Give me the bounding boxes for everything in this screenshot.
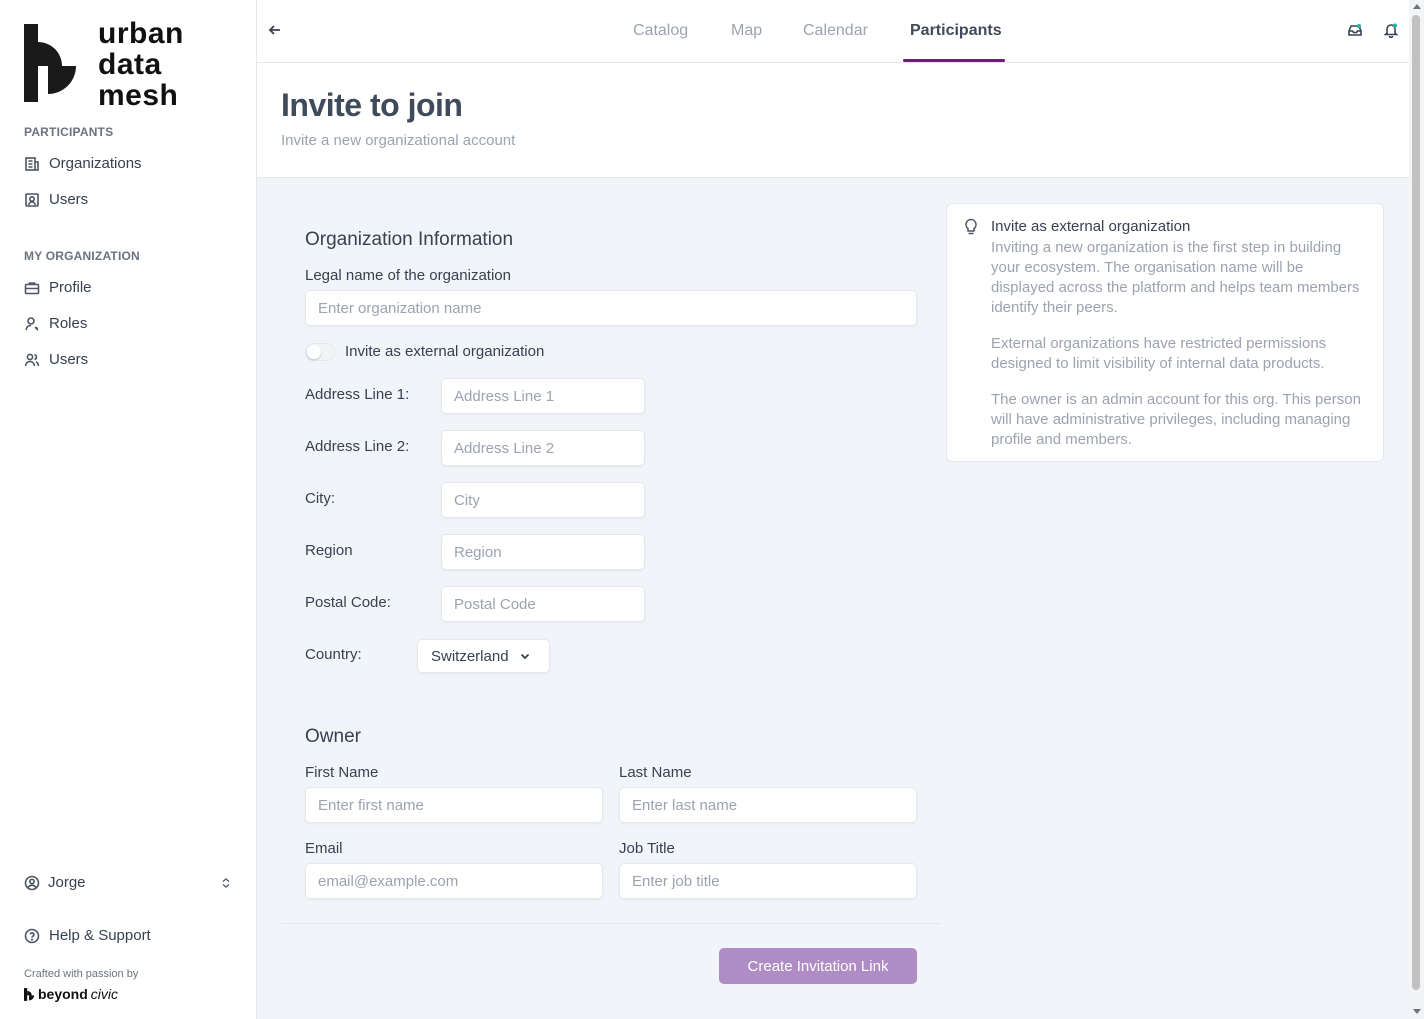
job-title-input[interactable] [619, 863, 917, 899]
info-paragraph-3: The owner is an admin account for this o… [991, 391, 1361, 448]
civic-text: civic [90, 986, 119, 1002]
user-key-icon [25, 316, 39, 331]
external-org-toggle-label: Invite as external organization [345, 343, 545, 360]
brand-line-1: urban [98, 17, 184, 50]
tab-catalog[interactable]: Catalog [633, 22, 688, 40]
info-card: Invite as external organization Inviting… [946, 203, 1384, 462]
page-subtitle: Invite a new organizational account [281, 132, 516, 149]
scroll-thumb[interactable] [1412, 15, 1420, 990]
info-paragraph-2: External organizations have restricted p… [991, 335, 1327, 372]
crafted-by-text: Crafted with passion by [24, 968, 139, 980]
org-section-title: Organization Information [305, 229, 514, 250]
page-title: Invite to join [281, 87, 463, 123]
legal-name-input[interactable] [305, 290, 917, 326]
first-name-input[interactable] [305, 787, 603, 823]
job-title-label: Job Title [619, 840, 675, 857]
scroll-down-arrow[interactable] [1413, 1009, 1421, 1014]
country-select[interactable]: Switzerland [417, 639, 550, 673]
city-label: City: [305, 490, 335, 507]
help-support-link[interactable]: Help & Support [24, 927, 151, 944]
tab-map[interactable]: Map [731, 22, 762, 40]
region-label: Region [305, 542, 353, 559]
legal-name-label: Legal name of the organization [305, 267, 511, 284]
back-button[interactable] [267, 22, 283, 38]
inbox-button[interactable] [1347, 22, 1363, 38]
sidebar-item-organizations[interactable]: Organizations [24, 155, 142, 172]
user-menu[interactable]: Jorge [24, 874, 232, 891]
info-title: Invite as external organization [991, 218, 1191, 235]
scroll-up-arrow[interactable] [1413, 4, 1421, 9]
postal-code-label: Postal Code: [305, 594, 391, 611]
info-paragraph-1: Inviting a new organization is the first… [991, 239, 1360, 316]
owner-section-title: Owner [305, 726, 361, 747]
last-name-input[interactable] [619, 787, 917, 823]
beyond-civic-logo[interactable]: beyond civic [24, 986, 118, 1002]
my-organization-heading: MY ORGANIZATION [24, 249, 140, 263]
notifications-button[interactable] [1383, 22, 1399, 39]
email-input[interactable] [305, 863, 603, 899]
address2-label: Address Line 2: [305, 438, 410, 455]
create-invitation-link-button[interactable]: Create Invitation Link [719, 948, 917, 984]
user-name: Jorge [48, 874, 86, 891]
last-name-label: Last Name [619, 764, 692, 781]
help-circle-icon [24, 928, 40, 943]
sidebar-item-label: Roles [49, 315, 88, 332]
briefcase-icon [24, 281, 40, 294]
lightbulb-icon [963, 218, 979, 236]
brand-logo[interactable]: urban data mesh [24, 18, 184, 111]
user-badge-icon [25, 192, 39, 207]
top-navigation: Catalog Map Calendar Participants [257, 0, 1409, 63]
sidebar-item-label: Users [49, 351, 89, 368]
first-name-label: First Name [305, 764, 379, 781]
external-org-toggle[interactable] [305, 343, 335, 361]
users-icon [24, 353, 40, 366]
country-value: Switzerland [431, 647, 509, 665]
brand-line-3: mesh [98, 79, 179, 112]
invite-form-area: Organization Information Legal name of t… [257, 178, 1409, 1019]
form-divider [281, 923, 941, 924]
sidebar-item-label: Users [49, 191, 89, 208]
beyond-civic-mark-icon [24, 987, 35, 1001]
sidebar-item-roles[interactable]: Roles [24, 315, 87, 332]
page-header: Invite to join Invite a new organization… [257, 63, 1409, 178]
sidebar-item-my-users[interactable]: Users [24, 351, 88, 368]
inbox-icon [1348, 24, 1362, 36]
bell-icon [1383, 23, 1399, 39]
chevron-down-icon [520, 653, 529, 660]
country-label: Country: [305, 646, 362, 663]
participants-heading: PARTICIPANTS [24, 125, 114, 139]
tab-participants[interactable]: Participants [910, 22, 1002, 40]
address1-input[interactable] [441, 378, 645, 414]
address1-label: Address Line 1: [305, 386, 410, 403]
help-support-label: Help & Support [49, 927, 151, 944]
brand-line-2: data [98, 48, 162, 81]
postal-code-input[interactable] [441, 586, 645, 622]
page-scrollbar[interactable] [1409, 0, 1424, 1019]
sidebar-item-profile[interactable]: Profile [24, 279, 92, 296]
sidebar-item-users[interactable]: Users [24, 191, 88, 208]
logo-mark-icon [24, 24, 76, 102]
region-input[interactable] [441, 534, 645, 570]
city-input[interactable] [441, 482, 645, 518]
email-label: Email [305, 840, 343, 857]
arrow-left-icon [268, 25, 280, 35]
sidebar-item-label: Profile [49, 279, 92, 296]
tab-calendar[interactable]: Calendar [803, 22, 868, 40]
building-icon [25, 156, 39, 171]
sidebar-item-label: Organizations [49, 155, 142, 172]
user-circle-icon [24, 875, 40, 890]
chevron-updown-icon [222, 877, 230, 888]
brand-wordmark: urban data mesh [98, 18, 184, 111]
sidebar: urban data mesh PARTICIPANTS Organizatio… [0, 0, 257, 1019]
active-tab-indicator [903, 59, 1005, 62]
beyond-text: beyond [38, 986, 88, 1002]
address2-input[interactable] [441, 430, 645, 466]
